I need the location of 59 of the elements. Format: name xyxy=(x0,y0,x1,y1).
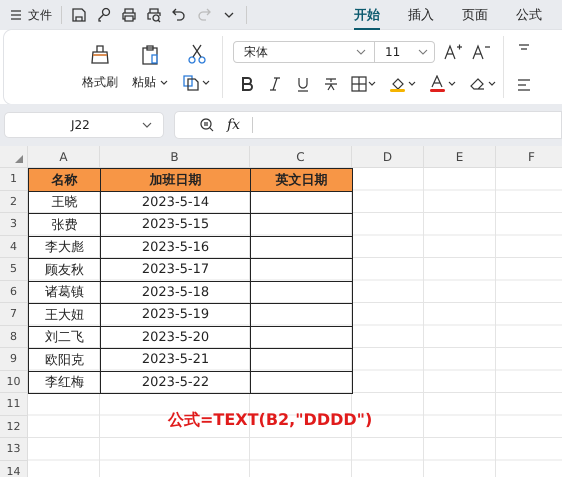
menu-icon xyxy=(10,9,22,21)
copy-icon[interactable] xyxy=(182,73,212,91)
name-box[interactable]: J22 xyxy=(4,112,164,138)
strikethrough-icon[interactable] xyxy=(323,76,339,92)
italic-icon[interactable] xyxy=(267,76,283,92)
paste-button[interactable]: 粘贴 xyxy=(132,74,168,90)
chevron-down-icon xyxy=(160,80,168,86)
save-icon[interactable] xyxy=(71,7,87,23)
ribbon-tab[interactable]: 页面 xyxy=(462,0,488,30)
row-header[interactable]: 8 xyxy=(0,326,28,348)
column-header[interactable]: D xyxy=(352,146,424,168)
key-icon[interactable] xyxy=(96,7,112,23)
select-all-icon[interactable] xyxy=(15,155,23,163)
row-header[interactable]: 2 xyxy=(0,190,28,213)
chevron-down-icon xyxy=(418,49,428,55)
borders-icon[interactable] xyxy=(351,76,377,92)
table-cell: 李红梅 xyxy=(28,370,101,394)
format-painter-icon[interactable] xyxy=(89,44,111,66)
column-header[interactable]: C xyxy=(250,146,352,168)
row-header[interactable]: 9 xyxy=(0,348,28,370)
row-header[interactable]: 1 xyxy=(0,168,28,190)
column-header[interactable]: B xyxy=(100,146,250,168)
print-icon[interactable] xyxy=(121,7,137,23)
column-header[interactable]: E xyxy=(424,146,496,168)
format-painter-label[interactable]: 格式刷 xyxy=(82,74,118,90)
chevron-down-icon xyxy=(356,49,366,55)
print-preview-icon[interactable] xyxy=(146,7,162,23)
row-header[interactable]: 12 xyxy=(0,416,28,438)
row-header[interactable]: 7 xyxy=(0,303,28,326)
align-left-icon[interactable] xyxy=(516,77,532,93)
column-header[interactable]: F xyxy=(496,146,562,168)
row-header[interactable]: 6 xyxy=(0,280,28,303)
zoom-icon[interactable] xyxy=(199,117,215,133)
underline-icon[interactable] xyxy=(295,76,311,92)
header-cell: 英文日期 xyxy=(250,168,353,192)
font-color-icon[interactable] xyxy=(429,75,457,93)
row-header[interactable]: 13 xyxy=(0,438,28,460)
scissors-icon[interactable] xyxy=(186,43,208,65)
undo-icon[interactable] xyxy=(171,7,187,23)
decrease-font-icon[interactable] xyxy=(471,42,491,62)
bold-icon[interactable] xyxy=(239,76,255,92)
header-cell: 名称 xyxy=(28,168,101,192)
header-cell: 加班日期 xyxy=(100,168,251,192)
column-header[interactable]: A xyxy=(28,146,100,168)
ribbon-tab[interactable]: 插入 xyxy=(408,0,434,30)
row-header[interactable]: 4 xyxy=(0,236,28,258)
font-size-dropdown[interactable]: 11 xyxy=(375,41,435,63)
row-header[interactable]: 5 xyxy=(0,258,28,280)
row-header[interactable]: 11 xyxy=(0,393,28,416)
row-header[interactable]: 10 xyxy=(0,370,28,393)
formula-note: 公式=TEXT(B2,"DDDD") xyxy=(168,410,372,431)
ribbon-tab[interactable]: 公式 xyxy=(516,0,542,30)
increase-font-icon[interactable] xyxy=(443,42,463,62)
formula-bar[interactable]: fx xyxy=(174,111,562,139)
function-button[interactable]: fx xyxy=(227,117,240,133)
file-menu[interactable]: 文件 xyxy=(10,6,52,24)
row-header[interactable]: 3 xyxy=(0,213,28,236)
font-name-dropdown[interactable]: 宋体 xyxy=(233,41,375,63)
row-header[interactable]: 14 xyxy=(0,460,28,477)
